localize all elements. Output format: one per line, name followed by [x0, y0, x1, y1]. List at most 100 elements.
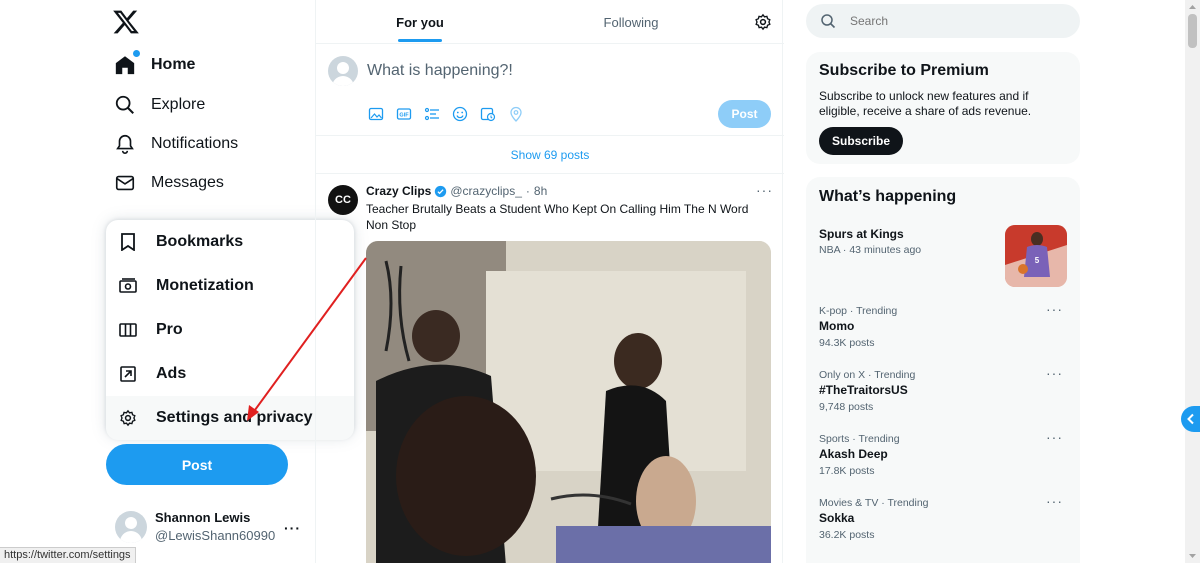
tweet-author-name[interactable]: Crazy Clips — [366, 184, 431, 198]
trend-post-count: 94.3K posts — [819, 337, 875, 349]
trend-name: Akash Deep — [819, 447, 888, 461]
tweet-time[interactable]: 8h — [534, 184, 547, 198]
compose-post-button[interactable]: Post — [718, 100, 771, 128]
premium-description: Subscribe to unlock new features and if … — [819, 89, 1032, 118]
scroll-thumb[interactable] — [1188, 14, 1197, 48]
account-more-icon[interactable]: ··· — [284, 520, 301, 536]
gear-icon — [118, 408, 138, 428]
search-icon — [112, 92, 138, 118]
image-icon[interactable] — [368, 106, 384, 122]
premium-title: Subscribe to Premium — [819, 62, 989, 79]
tweet-text: Teacher Brutally Beats a Student Who Kep… — [366, 202, 749, 232]
account-name: Shannon Lewis — [155, 510, 251, 525]
external-arrow-icon — [118, 364, 138, 384]
avatar — [115, 510, 147, 543]
bookmark-icon — [118, 232, 138, 252]
video-frame — [366, 241, 771, 563]
menu-item-label: Pro — [156, 321, 183, 338]
left-sidebar: Home Explore Notifications Messages Book… — [0, 0, 354, 563]
nav-messages[interactable]: Messages — [112, 163, 224, 203]
location-icon[interactable] — [508, 106, 524, 122]
avatar — [328, 56, 358, 86]
verified-badge-icon — [435, 185, 447, 197]
tweet-more-icon[interactable]: ··· — [756, 182, 773, 198]
nav-messages-label: Messages — [151, 174, 224, 191]
trend-item[interactable]: K-pop · Trending Momo 94.3K posts ··· — [819, 301, 1069, 349]
scroll-up-arrow-icon[interactable] — [1185, 0, 1200, 14]
nav-home[interactable]: Home — [112, 45, 195, 85]
status-bar-url: https://twitter.com/settings — [0, 547, 136, 563]
page-scrollbar[interactable] — [1185, 0, 1200, 563]
side-panel-toggle[interactable] — [1181, 406, 1200, 432]
timeline: For you Following What is happening?! GI… — [315, 0, 784, 563]
show-new-posts-button[interactable]: Show 69 posts — [316, 136, 784, 174]
whats-happening-title: What’s happening — [819, 188, 957, 205]
account-handle: @LewisShann60990 — [155, 528, 276, 543]
svg-text:5: 5 — [1035, 256, 1040, 265]
search-input[interactable] — [850, 14, 1050, 28]
bell-icon — [112, 131, 138, 157]
premium-card: Subscribe to Premium Subscribe to unlock… — [806, 52, 1080, 164]
nav-notifications-label: Notifications — [151, 135, 239, 152]
menu-item-label: Bookmarks — [156, 233, 244, 250]
svg-text:GIF: GIF — [399, 113, 409, 119]
whats-happening-card: What’s happening Spurs at Kings NBA · 43… — [806, 177, 1080, 563]
trend-item[interactable]: Movies & TV · Trending Sokka 36.2K posts… — [819, 493, 1069, 541]
trend-post-count: 17.8K posts — [819, 465, 875, 477]
trend-image[interactable]: 5 — [1005, 225, 1067, 287]
post-composer: What is happening?! GIF Post — [316, 44, 784, 136]
tab-following[interactable]: Following — [524, 0, 738, 44]
tweet[interactable]: CC Crazy Clips @crazyclips_ · 8h ··· Tea… — [316, 174, 784, 563]
chevron-left-icon — [1186, 413, 1194, 425]
search-icon — [821, 14, 836, 29]
menu-item-label: Ads — [156, 365, 187, 382]
tweet-avatar[interactable]: CC — [328, 185, 358, 215]
money-icon — [118, 276, 138, 296]
trend-category: K-pop · Trending — [819, 305, 898, 317]
tab-for-you[interactable]: For you — [316, 0, 524, 44]
trend-item[interactable]: Only on X · Trending #TheTraitorsUS 9,74… — [819, 365, 1069, 413]
trend-name: #TheTraitorsUS — [819, 383, 908, 397]
columns-icon — [118, 320, 138, 340]
trend-name: Momo — [819, 319, 855, 333]
trend-more-icon[interactable]: ··· — [1046, 301, 1063, 317]
subscribe-button[interactable]: Subscribe — [819, 127, 903, 155]
trend-name: Sokka — [819, 511, 855, 525]
trend-post-count: 9,748 posts — [819, 401, 874, 413]
scroll-down-arrow-icon[interactable] — [1185, 549, 1200, 563]
search-box[interactable] — [806, 4, 1080, 38]
timeline-tabs: For you Following — [316, 0, 784, 44]
right-sidebar: Subscribe to Premium Subscribe to unlock… — [806, 0, 1080, 563]
gif-icon[interactable]: GIF — [396, 106, 412, 122]
active-tab-indicator — [398, 39, 442, 42]
mail-icon — [112, 170, 138, 196]
account-switcher[interactable]: Shannon Lewis @LewisShann60990 — [115, 510, 275, 543]
compose-input[interactable]: What is happening?! — [367, 62, 513, 80]
tweet-separator: · — [525, 184, 530, 198]
trend-more-icon[interactable]: ··· — [1046, 493, 1063, 509]
menu-item-label: Settings and privacy — [156, 409, 313, 426]
trend-item[interactable]: Sports · Trending Akash Deep 17.8K posts… — [819, 429, 1069, 477]
home-icon — [112, 50, 140, 78]
trend-category: Sports · Trending — [819, 433, 900, 445]
notification-dot — [133, 50, 140, 57]
trend-more-icon[interactable]: ··· — [1046, 429, 1063, 445]
basketball-player-image: 5 — [1005, 225, 1067, 287]
tweet-video[interactable] — [366, 241, 771, 563]
nav-explore-label: Explore — [151, 96, 206, 113]
nav-explore[interactable]: Explore — [112, 85, 205, 125]
trend-post-count: 36.2K posts — [819, 529, 875, 541]
tweet-author-handle[interactable]: @crazyclips_ — [450, 184, 522, 198]
poll-icon[interactable] — [424, 106, 440, 122]
menu-item-label: Monetization — [156, 277, 254, 294]
post-button[interactable]: Post — [106, 444, 288, 485]
schedule-icon[interactable] — [480, 106, 496, 122]
tweet-header: Crazy Clips @crazyclips_ · 8h — [366, 184, 547, 198]
x-logo-icon[interactable] — [112, 8, 140, 36]
trend-category: Only on X · Trending — [819, 369, 916, 381]
emoji-icon[interactable] — [452, 106, 468, 122]
trend-more-icon[interactable]: ··· — [1046, 365, 1063, 381]
nav-notifications[interactable]: Notifications — [112, 124, 238, 164]
gear-icon[interactable] — [754, 13, 772, 31]
trend-category: Movies & TV · Trending — [819, 497, 929, 509]
